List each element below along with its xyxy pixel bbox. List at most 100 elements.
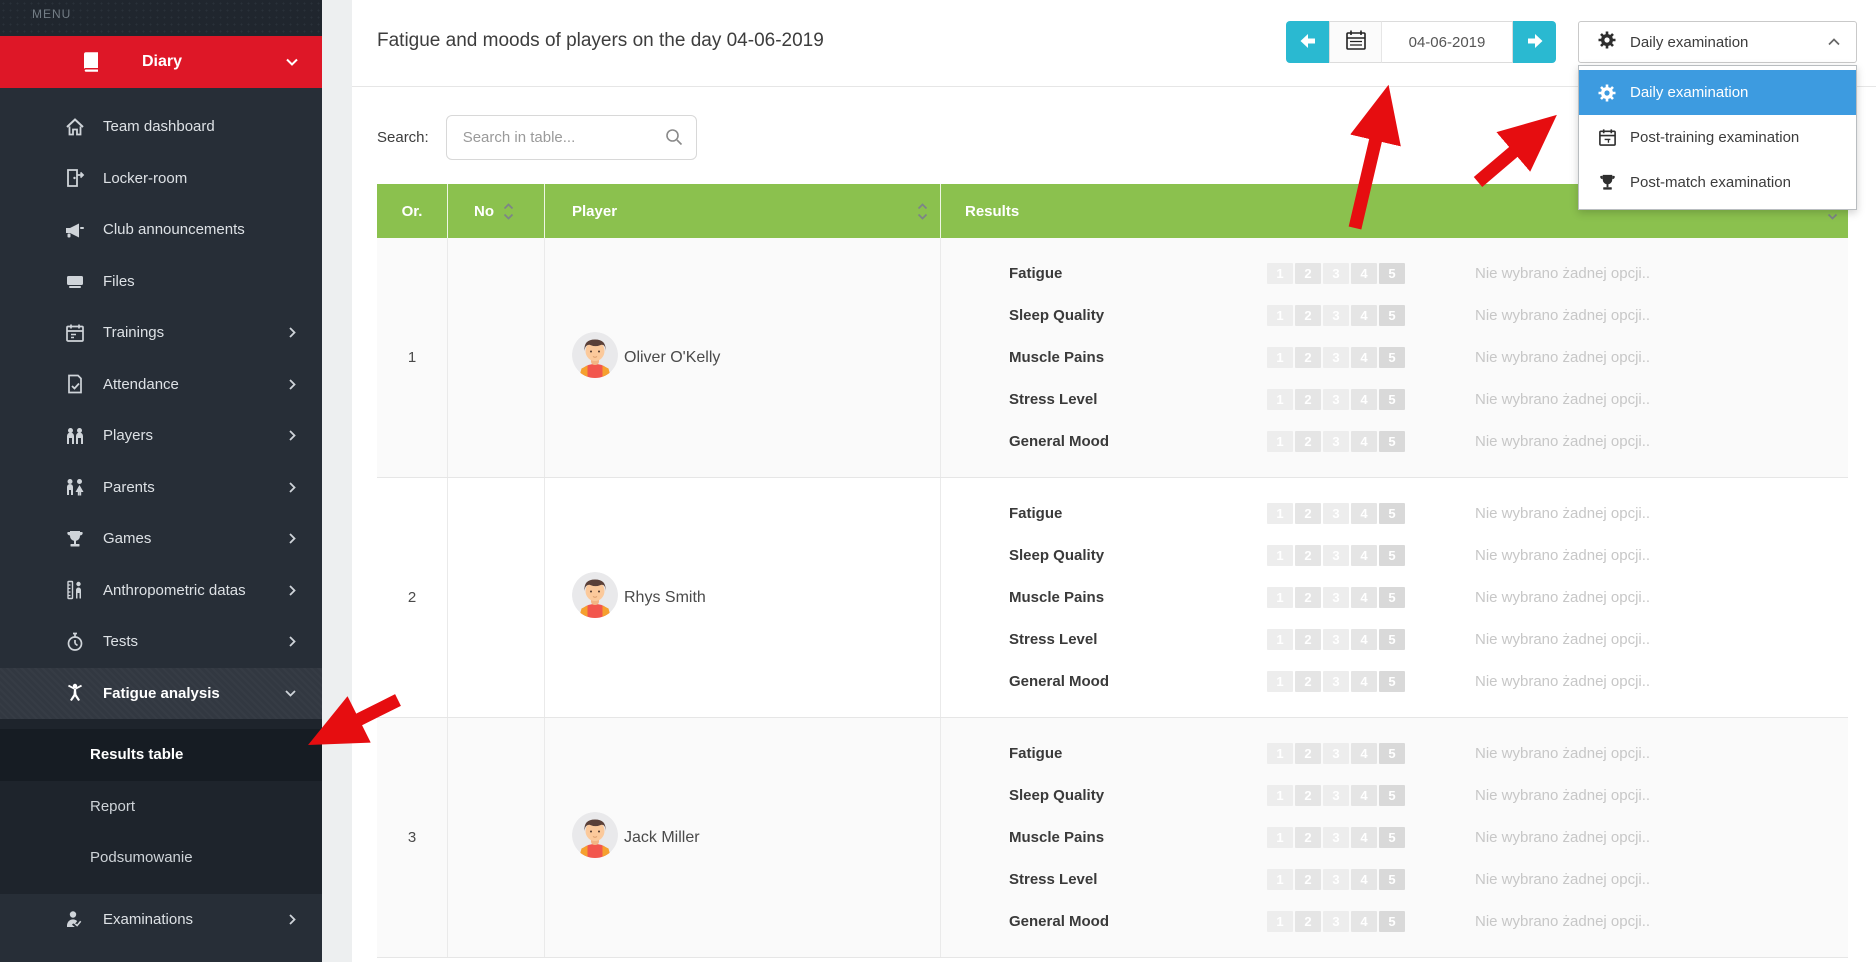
rating-option-3[interactable]: 3 (1323, 743, 1349, 764)
column-header-player[interactable]: Player (545, 184, 941, 238)
rating-option-3[interactable]: 3 (1323, 671, 1349, 692)
rating-option-2[interactable]: 2 (1295, 587, 1321, 608)
sidebar-item-anthropometric-datas[interactable]: Anthropometric datas (0, 565, 322, 617)
sidebar-item-trainings[interactable]: Trainings (0, 307, 322, 359)
sidebar-item-diary[interactable]: Diary (0, 36, 322, 88)
previous-day-button[interactable] (1286, 21, 1329, 63)
rating-option-5[interactable]: 5 (1379, 347, 1405, 368)
rating-option-5[interactable]: 5 (1379, 431, 1405, 452)
rating-option-3[interactable]: 3 (1323, 545, 1349, 566)
rating-option-1[interactable]: 1 (1267, 347, 1293, 368)
rating-option-4[interactable]: 4 (1351, 347, 1377, 368)
rating-option-2[interactable]: 2 (1295, 869, 1321, 890)
rating-option-1[interactable]: 1 (1267, 743, 1293, 764)
sidebar-item-tests[interactable]: Tests (0, 616, 322, 668)
search-input[interactable] (446, 115, 697, 160)
sidebar-item-attendance[interactable]: Attendance (0, 359, 322, 411)
sidebar-item-locker-room[interactable]: Locker-room (0, 153, 322, 205)
rating-option-2[interactable]: 2 (1295, 911, 1321, 932)
rating-option-5[interactable]: 5 (1379, 827, 1405, 848)
rating-option-4[interactable]: 4 (1351, 503, 1377, 524)
rating-option-1[interactable]: 1 (1267, 587, 1293, 608)
rating-option-3[interactable]: 3 (1323, 785, 1349, 806)
rating-option-2[interactable]: 2 (1295, 785, 1321, 806)
rating-option-2[interactable]: 2 (1295, 305, 1321, 326)
rating-option-4[interactable]: 4 (1351, 671, 1377, 692)
rating-option-1[interactable]: 1 (1267, 785, 1293, 806)
rating-option-5[interactable]: 5 (1379, 263, 1405, 284)
rating-option-4[interactable]: 4 (1351, 431, 1377, 452)
rating-option-2[interactable]: 2 (1295, 347, 1321, 368)
sidebar-item-club-announcements[interactable]: Club announcements (0, 204, 322, 256)
rating-option-2[interactable]: 2 (1295, 827, 1321, 848)
rating-option-2[interactable]: 2 (1295, 629, 1321, 650)
rating-option-1[interactable]: 1 (1267, 431, 1293, 452)
rating-option-1[interactable]: 1 (1267, 629, 1293, 650)
rating-option-4[interactable]: 4 (1351, 911, 1377, 932)
rating-option-5[interactable]: 5 (1379, 305, 1405, 326)
rating-option-1[interactable]: 1 (1267, 827, 1293, 848)
rating-option-2[interactable]: 2 (1295, 263, 1321, 284)
sidebar-item-parents[interactable]: Parents (0, 462, 322, 514)
rating-option-2[interactable]: 2 (1295, 671, 1321, 692)
rating-option-2[interactable]: 2 (1295, 545, 1321, 566)
rating-option-1[interactable]: 1 (1267, 305, 1293, 326)
rating-option-3[interactable]: 3 (1323, 389, 1349, 410)
rating-option-2[interactable]: 2 (1295, 431, 1321, 452)
rating-option-3[interactable]: 3 (1323, 587, 1349, 608)
rating-option-5[interactable]: 5 (1379, 743, 1405, 764)
dropdown-option-daily-examination[interactable]: Daily examination (1579, 70, 1856, 115)
rating-option-4[interactable]: 4 (1351, 743, 1377, 764)
sidebar-item-fatigue-analysis[interactable]: Fatigue analysis (0, 668, 322, 720)
rating-option-3[interactable]: 3 (1323, 263, 1349, 284)
rating-option-1[interactable]: 1 (1267, 263, 1293, 284)
sidebar-item-files[interactable]: Files (0, 256, 322, 308)
rating-option-1[interactable]: 1 (1267, 671, 1293, 692)
rating-option-3[interactable]: 3 (1323, 347, 1349, 368)
rating-option-5[interactable]: 5 (1379, 503, 1405, 524)
rating-option-5[interactable]: 5 (1379, 389, 1405, 410)
dropdown-option-post-match-examination[interactable]: Post-match examination (1579, 160, 1856, 205)
rating-option-1[interactable]: 1 (1267, 389, 1293, 410)
sidebar-item-examinations[interactable]: Examinations (0, 894, 322, 946)
submenu-item-results-table[interactable]: Results table (0, 729, 322, 781)
sort-icon[interactable] (917, 203, 928, 220)
sidebar-item-players[interactable]: Players (0, 410, 322, 462)
rating-option-1[interactable]: 1 (1267, 911, 1293, 932)
examination-type-select[interactable]: Daily examination (1578, 21, 1857, 63)
column-header-no[interactable]: No (448, 184, 545, 238)
submenu-item-report[interactable]: Report (0, 781, 322, 833)
rating-option-4[interactable]: 4 (1351, 389, 1377, 410)
rating-option-5[interactable]: 5 (1379, 869, 1405, 890)
sidebar-item-games[interactable]: Games (0, 513, 322, 565)
rating-option-3[interactable]: 3 (1323, 911, 1349, 932)
rating-option-1[interactable]: 1 (1267, 503, 1293, 524)
rating-option-4[interactable]: 4 (1351, 263, 1377, 284)
rating-option-5[interactable]: 5 (1379, 629, 1405, 650)
rating-option-2[interactable]: 2 (1295, 503, 1321, 524)
rating-option-4[interactable]: 4 (1351, 587, 1377, 608)
date-field[interactable]: 04-06-2019 (1381, 21, 1513, 63)
sidebar-item-team-dashboard[interactable]: Team dashboard (0, 101, 322, 153)
dropdown-option-post-training-examination[interactable]: Post-training examination (1579, 115, 1856, 160)
rating-option-3[interactable]: 3 (1323, 827, 1349, 848)
calendar-picker-button[interactable] (1329, 21, 1381, 63)
rating-option-2[interactable]: 2 (1295, 389, 1321, 410)
rating-option-4[interactable]: 4 (1351, 869, 1377, 890)
rating-option-3[interactable]: 3 (1323, 629, 1349, 650)
rating-option-3[interactable]: 3 (1323, 305, 1349, 326)
submenu-item-podsumowanie[interactable]: Podsumowanie (0, 832, 322, 884)
rating-option-5[interactable]: 5 (1379, 587, 1405, 608)
rating-option-5[interactable]: 5 (1379, 545, 1405, 566)
rating-option-3[interactable]: 3 (1323, 431, 1349, 452)
rating-option-3[interactable]: 3 (1323, 503, 1349, 524)
rating-option-4[interactable]: 4 (1351, 785, 1377, 806)
rating-option-4[interactable]: 4 (1351, 545, 1377, 566)
rating-option-5[interactable]: 5 (1379, 911, 1405, 932)
rating-option-1[interactable]: 1 (1267, 869, 1293, 890)
rating-option-2[interactable]: 2 (1295, 743, 1321, 764)
rating-option-5[interactable]: 5 (1379, 785, 1405, 806)
rating-option-4[interactable]: 4 (1351, 305, 1377, 326)
rating-option-4[interactable]: 4 (1351, 827, 1377, 848)
rating-option-3[interactable]: 3 (1323, 869, 1349, 890)
